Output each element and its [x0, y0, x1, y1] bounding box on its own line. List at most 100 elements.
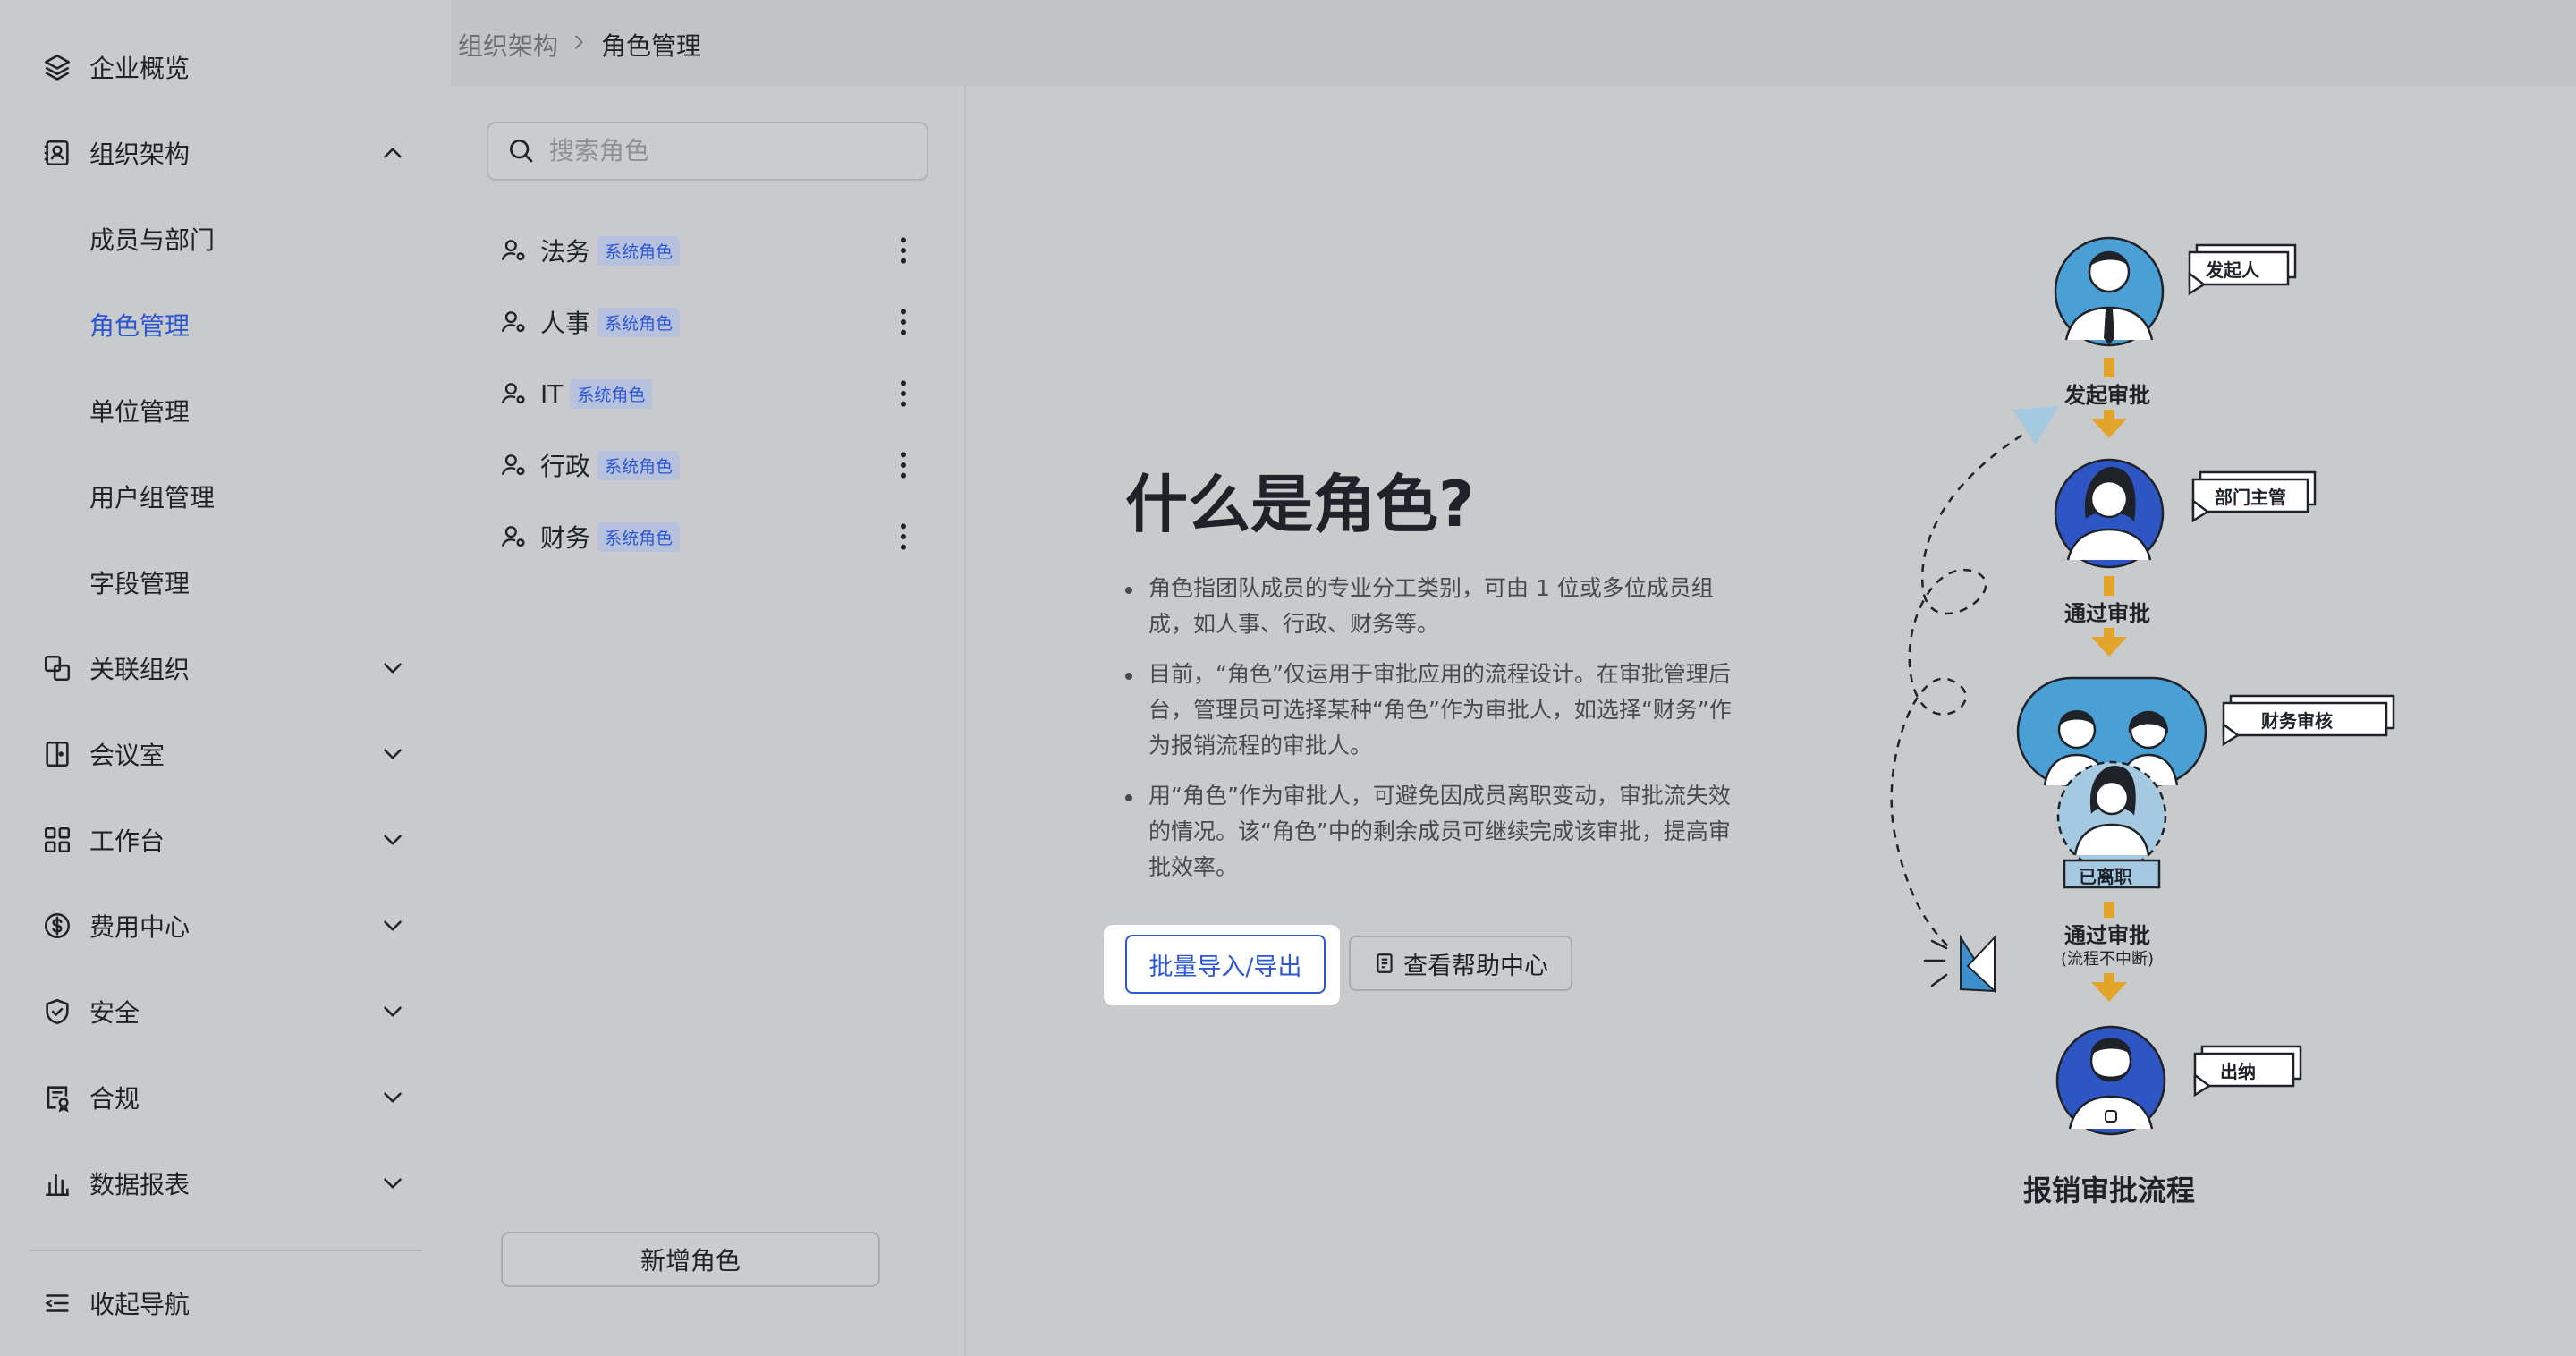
role-item[interactable]: IT 系统角色	[487, 360, 925, 427]
bullet-dot	[1125, 587, 1132, 594]
flow-graphic	[1890, 236, 2395, 1136]
shield-icon	[39, 994, 75, 1030]
breadcrumb-parent[interactable]: 组织架构	[458, 27, 558, 63]
bullet-text: 角色指团队成员的专业分工类别，可由 1 位或多位成员组成，如人事、行政、财务等。	[1148, 575, 1714, 637]
more-vertical-icon[interactable]	[886, 447, 921, 483]
paper-plane-icon	[2012, 406, 2059, 445]
cashier-avatar	[2055, 1025, 2166, 1136]
collapse-icon	[39, 1285, 75, 1321]
role-item[interactable]: 人事 系统角色	[487, 289, 925, 355]
linked-org-icon	[39, 650, 75, 686]
paper-plane-icon	[1923, 934, 1996, 994]
contacts-icon	[39, 135, 75, 171]
step-approve: 通过审批	[2064, 923, 2150, 948]
chevron-right-icon	[575, 35, 583, 49]
collapse-nav-label: 收起导航	[89, 1290, 191, 1319]
nav-label: 费用中心	[89, 912, 191, 942]
system-role-badge: 系统角色	[570, 378, 653, 409]
nav-label: 关联组织	[89, 655, 191, 684]
add-role-button[interactable]: 新增角色	[501, 1232, 880, 1287]
nav-billing-center[interactable]: 费用中心	[27, 887, 420, 964]
meeting-room-icon	[39, 736, 75, 772]
tag-finance-review: 财务审核	[2261, 710, 2333, 732]
tag-cashier: 出纳	[2220, 1061, 2256, 1082]
description-bullet: 角色指团队成员的专业分工类别，可由 1 位或多位成员组成，如人事、行政、财务等。	[1125, 571, 1751, 642]
nav-label: 安全	[89, 998, 140, 1028]
role-name: IT	[540, 378, 564, 409]
nav-meeting-room[interactable]: 会议室	[27, 716, 420, 792]
role-item[interactable]: 法务 系统角色	[487, 217, 925, 284]
bullet-dot	[1125, 673, 1132, 680]
bulk-import-export-button[interactable]: 批量导入/导出	[1125, 935, 1326, 994]
nav-security[interactable]: 安全	[27, 973, 420, 1050]
sidebar-sub-user-group-management[interactable]: 用户组管理	[89, 458, 215, 535]
sidebar-divider	[29, 1250, 422, 1251]
dollar-icon	[39, 908, 75, 944]
bullet-text: 用“角色”作为审批人，可避免因成员离职变动，审批流失效的情况。该“角色”中的剩余…	[1148, 783, 1731, 880]
role-name: 法务	[540, 237, 591, 267]
more-vertical-icon[interactable]	[886, 376, 921, 411]
chevron-down-icon[interactable]	[377, 1082, 408, 1113]
chevron-down-icon[interactable]	[377, 1168, 408, 1199]
system-role-badge: 系统角色	[597, 521, 681, 552]
breadcrumb-current: 角色管理	[601, 31, 702, 61]
nav-compliance[interactable]: 合规	[27, 1059, 420, 1136]
nav-enterprise-overview[interactable]: 企业概览	[27, 29, 420, 106]
chevron-down-icon[interactable]	[377, 911, 408, 941]
dept-head-avatar	[2054, 458, 2165, 569]
system-role-badge: 系统角色	[597, 450, 681, 480]
nav-data-reports[interactable]: 数据报表	[27, 1145, 420, 1222]
user-role-icon	[501, 526, 525, 547]
nav-org-structure[interactable]: 组织架构	[27, 114, 420, 191]
system-role-badge: 系统角色	[597, 235, 681, 266]
chevron-up-icon[interactable]	[377, 138, 408, 168]
role-name: 财务	[540, 523, 591, 553]
sidebar-sub-role-management[interactable]: 角色管理	[89, 286, 190, 363]
nav-label: 数据报表	[89, 1170, 191, 1199]
user-role-icon	[501, 311, 525, 333]
search-input[interactable]	[549, 127, 907, 174]
step-note: (流程不中断)	[2061, 950, 2155, 969]
role-item[interactable]: 行政 系统角色	[487, 432, 925, 498]
tag-dept-head: 部门主管	[2215, 487, 2286, 508]
nav-label: 工作台	[89, 826, 165, 856]
search-icon	[510, 140, 533, 163]
layers-icon	[39, 49, 75, 85]
initiator-avatar	[2054, 236, 2165, 347]
sidebar-sub-unit-management[interactable]: 单位管理	[89, 372, 190, 449]
more-vertical-icon[interactable]	[886, 233, 921, 268]
chevron-down-icon[interactable]	[377, 825, 408, 855]
nav-label: 合规	[89, 1084, 140, 1114]
page-title: 什么是角色?	[1125, 468, 1475, 541]
bullet-dot	[1125, 794, 1132, 801]
description-bullet: 用“角色”作为审批人，可避免因成员离职变动，审批流失效的情况。该“角色”中的剩余…	[1125, 778, 1751, 886]
grid-icon	[39, 822, 75, 858]
nav-linked-org[interactable]: 关联组织	[27, 630, 420, 707]
nav-label: 组织架构	[89, 140, 191, 169]
more-vertical-icon[interactable]	[886, 519, 921, 555]
top-bar	[451, 0, 2576, 86]
tag-initiator: 发起人	[2206, 259, 2259, 281]
user-role-icon	[501, 240, 525, 261]
more-vertical-icon[interactable]	[886, 304, 921, 340]
help-center-label: 查看帮助中心	[1403, 952, 1548, 980]
chevron-down-icon[interactable]	[377, 996, 408, 1027]
sidebar-sub-field-management[interactable]: 字段管理	[89, 544, 190, 621]
nav-label: 会议室	[89, 741, 165, 770]
nav-label: 企业概览	[89, 54, 191, 83]
tag-left: 已离职	[2079, 866, 2132, 887]
step-initiate: 发起审批	[2064, 383, 2150, 408]
description-bullet: 目前，“角色”仅运用于审批应用的流程设计。在审批管理后台，管理员可选择某种“角色…	[1125, 657, 1751, 764]
sidebar-sub-members-departments[interactable]: 成员与部门	[89, 200, 215, 277]
document-icon	[1377, 953, 1393, 973]
nav-workbench[interactable]: 工作台	[27, 801, 420, 878]
chevron-down-icon[interactable]	[377, 739, 408, 769]
role-item[interactable]: 财务 系统角色	[487, 504, 925, 570]
dashed-flight-path	[1890, 419, 2049, 949]
user-role-icon	[501, 383, 525, 404]
collapse-nav-button[interactable]: 收起导航	[27, 1265, 420, 1342]
flow-title: 报销审批流程	[2023, 1174, 2196, 1208]
help-center-button[interactable]: 查看帮助中心	[1349, 936, 1572, 991]
approval-flow-illustration: 发起人 部门主管 财务审核 已离职 出纳 发起审批 通过审批 通过审批 (流程不…	[1860, 215, 2504, 1234]
chevron-down-icon[interactable]	[377, 653, 408, 683]
